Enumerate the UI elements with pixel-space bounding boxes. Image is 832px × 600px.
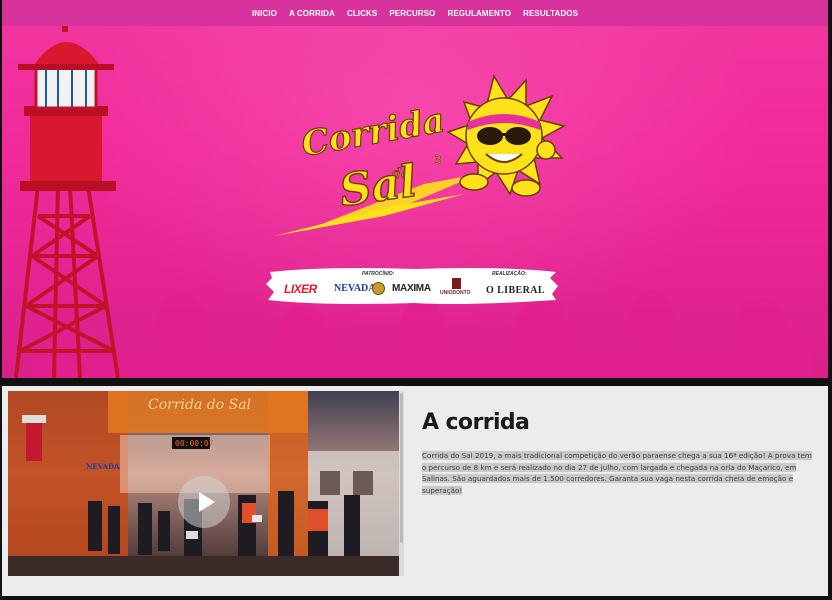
nav-item-clicks[interactable]: CLICKS	[341, 9, 383, 18]
corrida-do-sal-logo: Corrida do Sal 3	[264, 66, 574, 246]
sponsor-label: PATROCÍNIO:	[362, 271, 395, 277]
logo-edition-mark: 3	[434, 153, 442, 167]
nav-item-resultados[interactable]: RESULTADOS	[517, 9, 584, 18]
nav-item-regulamento[interactable]: REGULAMENTO	[441, 9, 517, 18]
video-player[interactable]: 00:00:07 NEVADA Corrida do Sal	[8, 391, 399, 576]
oliberal-logo: O LIBERAL	[486, 285, 545, 296]
play-button[interactable]	[178, 476, 230, 528]
section-title: A corrida	[422, 410, 530, 435]
logo-text-corrida: Corrida	[299, 100, 448, 164]
section-description: Corrida do Sal 2019, a mais tradicional …	[422, 450, 814, 496]
logo-text-sal: Sal	[336, 156, 419, 217]
uniodonto-logo: UNIODONTO	[440, 290, 471, 296]
section-description-text: Corrida do Sal 2019, a mais tradicional …	[422, 451, 812, 495]
race-clock: 00:00:07	[175, 439, 214, 448]
maxima-logo: MAXIMA	[392, 283, 431, 294]
scrollbar-thumb[interactable]	[400, 393, 403, 543]
sponsor-band: PATROCÍNIO: REALIZAÇÃO: LIXER NEVADA MAX…	[264, 266, 560, 306]
video-scrollbar[interactable]	[399, 391, 404, 576]
lighthouse-image	[14, 8, 120, 378]
nevada-logo: NEVADA	[334, 283, 376, 294]
svg-text:Corrida do Sal: Corrida do Sal	[148, 397, 251, 413]
nav-item-a-corrida[interactable]: A CORRIDA	[283, 9, 341, 18]
badge-logo-icon	[372, 282, 385, 295]
nav-item-inicio[interactable]: INICIO	[246, 9, 283, 18]
nav-item-percurso[interactable]: PERCURSO	[383, 9, 441, 18]
hero-banner: INICIO A CORRIDA CLICKS PERCURSO REGULAM…	[2, 0, 828, 378]
video-banner-text: NEVADA	[86, 462, 120, 471]
lixer-logo: LIXER	[284, 282, 317, 296]
realizacao-label: REALIZAÇÃO:	[492, 271, 527, 277]
uniodonto-icon	[452, 278, 461, 289]
a-corrida-section: 00:00:07 NEVADA Corrida do Sal A corrida…	[2, 386, 828, 596]
top-nav: INICIO A CORRIDA CLICKS PERCURSO REGULAM…	[2, 0, 828, 26]
